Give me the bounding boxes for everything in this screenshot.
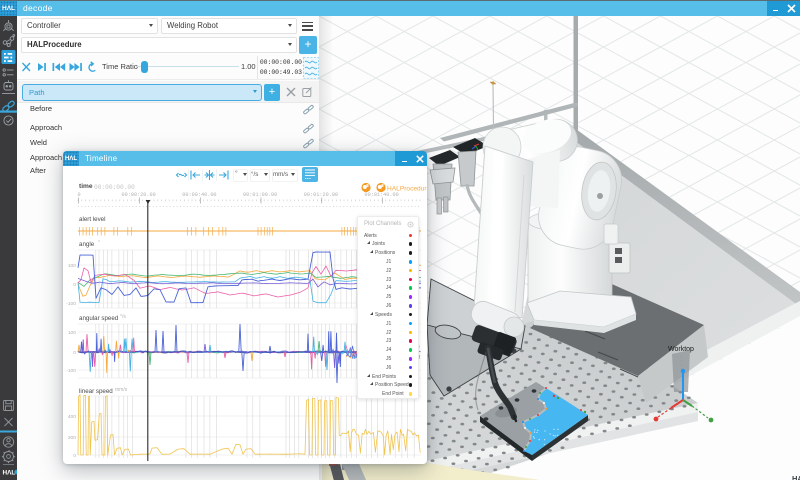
svg-text:linear speed: linear speed <box>79 388 113 395</box>
svg-text:-100: -100 <box>66 301 76 307</box>
svg-text:angle: angle <box>79 241 95 248</box>
svg-text:alert level: alert level <box>79 216 105 223</box>
svg-text:-100: -100 <box>66 368 76 374</box>
svg-text:0: 0 <box>73 453 76 459</box>
svg-text:°: ° <box>98 240 100 246</box>
svg-text:°/s: °/s <box>120 314 126 320</box>
svg-text:0: 0 <box>73 350 76 356</box>
svg-text:angular speed: angular speed <box>79 315 119 322</box>
svg-text:200: 200 <box>68 435 76 441</box>
svg-text:100: 100 <box>68 263 76 269</box>
svg-text:0: 0 <box>73 282 76 288</box>
svg-text:Worktop: Worktop <box>668 346 694 353</box>
svg-text:400: 400 <box>68 414 76 420</box>
svg-text:HA: HA <box>792 474 800 480</box>
svg-text:100: 100 <box>68 330 76 336</box>
svg-text:mm/s: mm/s <box>115 387 128 393</box>
svg-text:HΛL: HΛL <box>3 470 16 477</box>
